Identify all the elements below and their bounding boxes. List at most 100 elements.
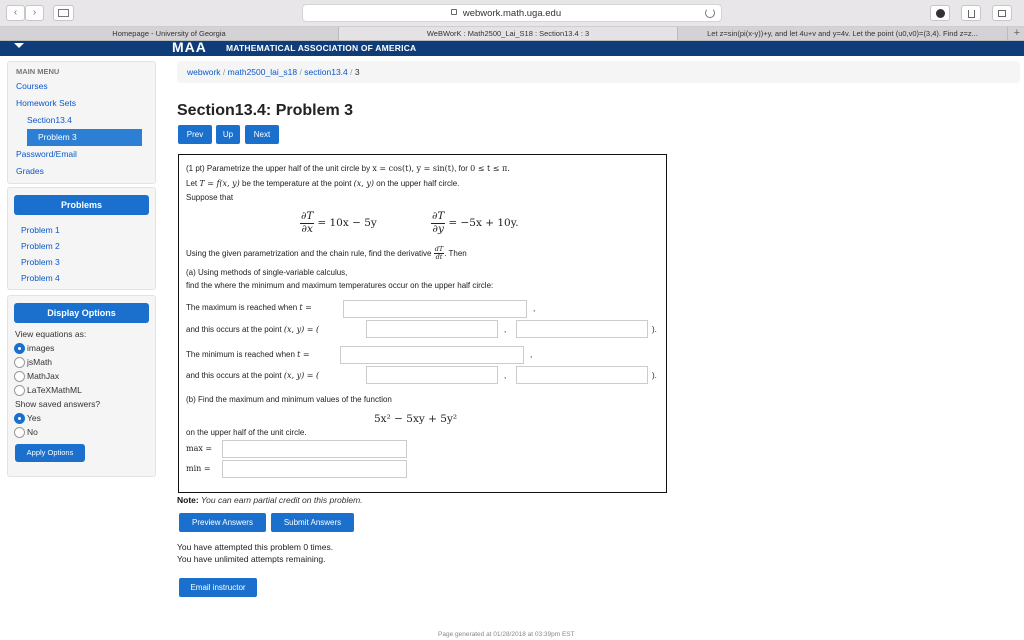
problem-line-1: (1 pt) Parametrize the upper half of the… (186, 164, 510, 173)
radio-icon[interactable] (14, 356, 25, 368)
submit-answers-button[interactable]: Submit Answers (271, 513, 354, 532)
sidebar-item-grades[interactable]: Grades (8, 163, 155, 180)
radio-icon[interactable] (14, 426, 25, 438)
sidebar-item-password-email[interactable]: Password/Email (8, 146, 155, 163)
radio-icon[interactable] (14, 370, 25, 382)
forward-button[interactable]: › (25, 5, 44, 21)
radio-jsmath[interactable]: jsMath (8, 355, 155, 369)
view-equations-label: View equations as: (15, 329, 87, 339)
radio-selected-icon[interactable] (14, 412, 25, 424)
breadcrumb-separator: / (299, 67, 302, 77)
close-paren: ). (652, 325, 657, 334)
part-b-subtitle: on the upper half of the unit circle. (186, 428, 307, 437)
problem-link-3[interactable]: Problem 3 (8, 254, 155, 270)
temperature-function: T = f(x, y) (199, 179, 240, 188)
forward-icon: › (32, 7, 37, 18)
apply-options-button[interactable]: Apply Options (15, 444, 85, 462)
browser-toolbar: ‹ › webwork.math.uga.edu (0, 0, 1024, 27)
display-options-title: Display Options (14, 303, 149, 323)
comma-separator: , (504, 325, 507, 334)
problems-panel-title: Problems (14, 195, 149, 215)
max-t-input[interactable] (343, 300, 527, 318)
problem-box: (1 pt) Parametrize the upper half of the… (178, 154, 667, 493)
min-when-label: The minimum is reached when t = (186, 350, 310, 359)
tabs-icon (998, 10, 1006, 17)
back-button[interactable]: ‹ (6, 5, 25, 21)
sidebar-item-courses[interactable]: Courses (8, 78, 155, 95)
function-expression: 5x² − 5xy + 5y² (374, 413, 458, 425)
new-tab-button[interactable]: + (1014, 27, 1020, 39)
max-label: max = (186, 444, 213, 453)
radio-mathjax[interactable]: MathJax (8, 369, 155, 383)
max-when-label: The maximum is reached when t = (186, 303, 312, 312)
share-icon (967, 10, 975, 18)
tab-webwork[interactable]: WeBWorK : Math2500_Lai_S18 : Section13.4… (339, 27, 678, 40)
address-bar[interactable]: webwork.math.uga.edu (302, 4, 722, 22)
param-expression: x = cos(t), y = sin(t) (372, 164, 455, 173)
min-value-input[interactable] (222, 460, 407, 478)
breadcrumb-section[interactable]: section13.4 (304, 67, 347, 77)
comma-separator: , (533, 304, 536, 313)
show-saved-label: Show saved answers? (15, 399, 101, 409)
email-instructor-button[interactable]: Email instructor (179, 578, 257, 597)
max-x-input[interactable] (366, 320, 498, 338)
breadcrumb-separator: / (350, 67, 353, 77)
problem-link-2[interactable]: Problem 2 (8, 238, 155, 254)
download-button[interactable] (930, 5, 950, 21)
download-icon (935, 9, 945, 18)
breadcrumb-current: 3 (354, 67, 360, 77)
min-x-input[interactable] (366, 366, 498, 384)
min-t-input[interactable] (340, 346, 524, 364)
breadcrumb-course[interactable]: math2500_lai_s18 (228, 67, 297, 77)
problem-line-2: Let T = f(x, y) be the temperature at th… (186, 179, 460, 188)
part-b-title: (b) Find the maximum and minimum values … (186, 395, 392, 404)
problem-link-1[interactable]: Problem 1 (8, 222, 155, 238)
preview-answers-button[interactable]: Preview Answers (179, 513, 266, 532)
max-y-input[interactable] (516, 320, 648, 338)
min-label: min = (186, 464, 211, 473)
sidebar-item-section[interactable]: Section13.4 (8, 112, 155, 129)
page-footer: Page generated at 01/28/2018 at 03:39pm … (438, 631, 575, 638)
tab-search[interactable]: Let z=sin(pi(x-y))+y, and let 4u+v and y… (678, 27, 1008, 40)
sidebar-icon (58, 9, 69, 17)
attempts-remaining: You have unlimited attempts remaining. (177, 554, 326, 564)
problems-panel: Problems Problem 1 Problem 2 Problem 3 P… (7, 187, 156, 290)
max-value-input[interactable] (222, 440, 407, 458)
t-range: 0 ≤ t ≤ π. (470, 164, 510, 173)
main-menu: MAIN MENU Courses Homework Sets Section1… (7, 61, 156, 184)
breadcrumb: webwork / math2500_lai_s18 / section13.4… (177, 61, 1020, 83)
radio-latexmathml[interactable]: LaTeXMathML (8, 383, 155, 397)
maa-logo: MAA (172, 39, 207, 55)
maa-banner: MAA MATHEMATICAL ASSOCIATION OF AMERICA (0, 39, 1024, 56)
part-a-subtitle: find the where the minimum and maximum t… (186, 281, 494, 290)
tab-uga-homepage[interactable]: Homepage - University of Georgia (0, 27, 339, 40)
min-y-input[interactable] (516, 366, 648, 384)
partial-x-equation: ∂T ∂x = 10x − 5y (300, 210, 377, 235)
breadcrumb-separator: / (222, 67, 226, 77)
lock-icon (451, 9, 457, 15)
main-menu-title: MAIN MENU (16, 67, 60, 76)
sidebar-item-problem-3[interactable]: Problem 3 (27, 129, 142, 146)
up-button[interactable]: Up (216, 125, 240, 144)
next-button[interactable]: Next (245, 125, 279, 144)
tabs-overview-button[interactable] (992, 5, 1012, 21)
prev-button[interactable]: Prev (178, 125, 212, 144)
breadcrumb-webwork[interactable]: webwork (187, 67, 221, 77)
radio-saved-no[interactable]: No (8, 425, 155, 439)
max-point-label: and this occurs at the point (x, y) = ( (186, 325, 320, 334)
radio-images[interactable]: images (8, 341, 155, 355)
reload-icon[interactable] (705, 8, 715, 18)
radio-selected-icon[interactable] (14, 342, 25, 354)
close-paren: ). (652, 371, 657, 380)
share-button[interactable] (961, 5, 981, 21)
radio-icon[interactable] (14, 384, 25, 396)
problem-line-3: Suppose that (186, 193, 234, 202)
chevron-down-icon[interactable] (14, 43, 24, 48)
partial-y-equation: ∂T ∂y = −5x + 10y. (431, 210, 519, 235)
display-options-panel: Display Options View equations as: image… (7, 295, 156, 477)
sidebar-item-homework-sets[interactable]: Homework Sets (8, 95, 155, 112)
radio-saved-yes[interactable]: Yes (8, 411, 155, 425)
sidebar-toggle-button[interactable] (53, 5, 74, 21)
problem-link-4[interactable]: Problem 4 (8, 270, 155, 286)
comma-separator: , (504, 371, 507, 380)
